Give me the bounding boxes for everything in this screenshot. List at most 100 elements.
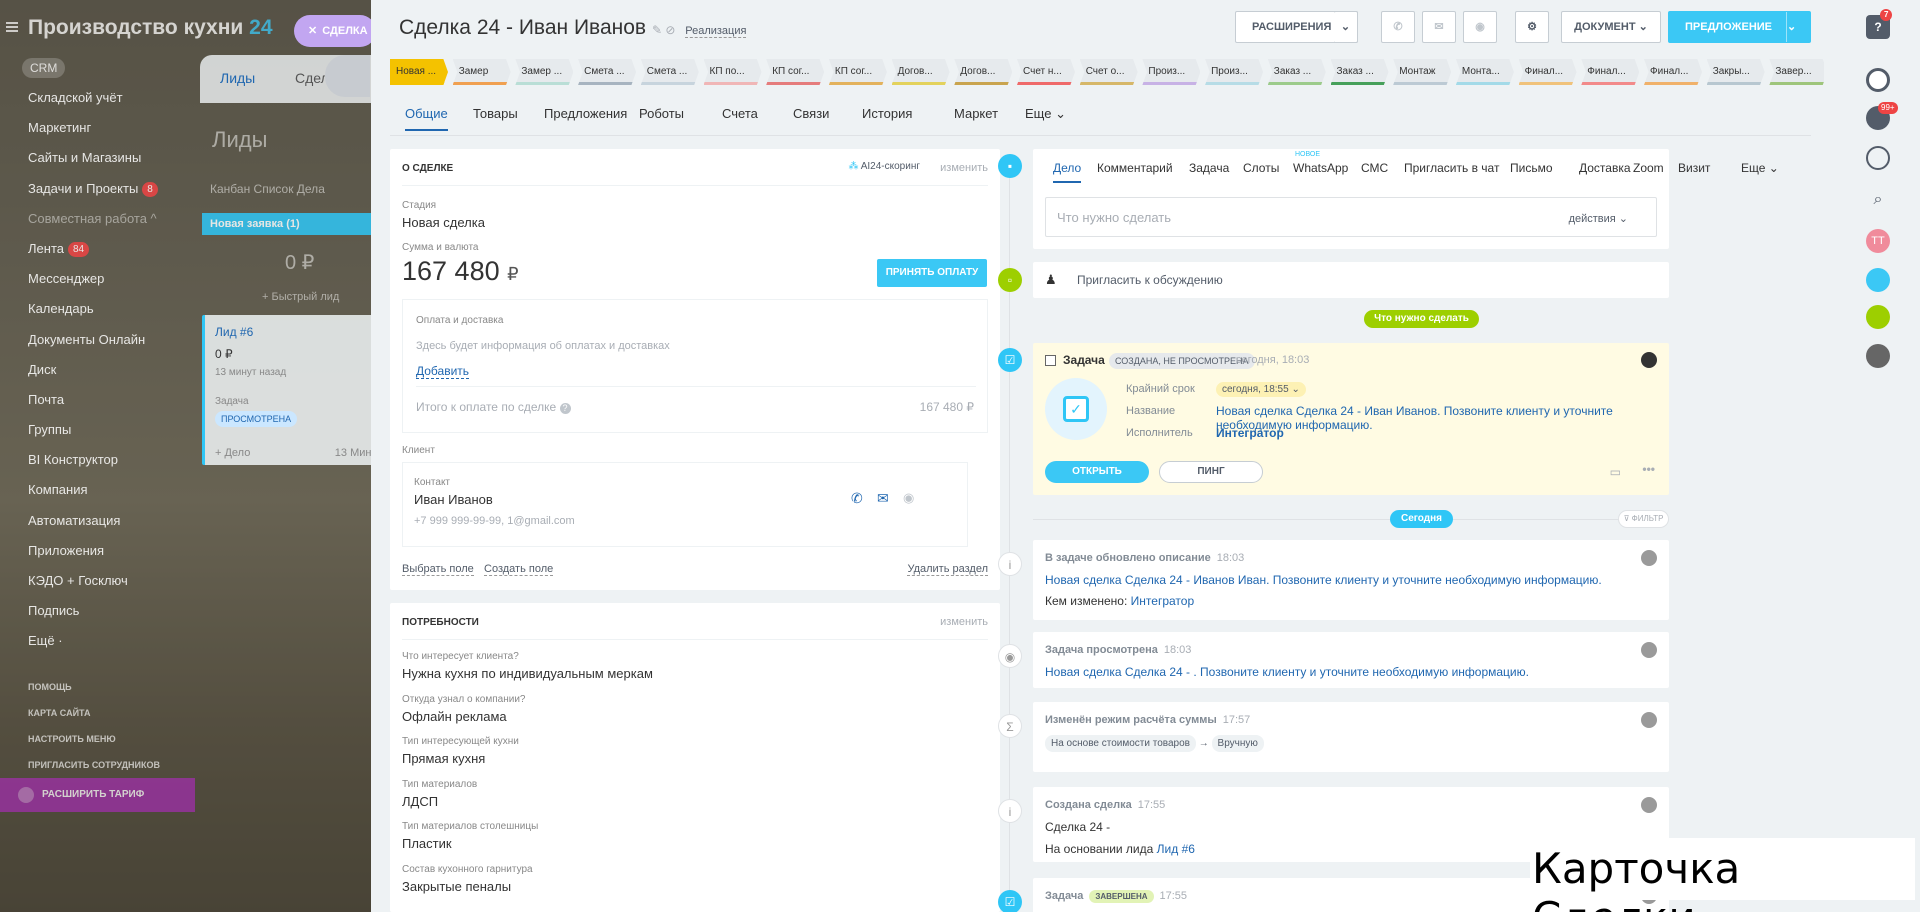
tab-2[interactable]: Предложения bbox=[544, 106, 627, 121]
create-field-link[interactable]: Создать поле bbox=[484, 563, 554, 576]
sidebar-footer-link[interactable]: ПОМОЩЬ bbox=[28, 682, 160, 708]
chevron-down-icon[interactable]: ⌄ bbox=[1334, 11, 1358, 43]
sidebar-footer-link[interactable]: КАРТА САЙТА bbox=[28, 708, 160, 734]
phone-icon[interactable]: ✆ bbox=[1381, 11, 1415, 43]
messenger-icon[interactable]: ◉ bbox=[903, 490, 914, 506]
contact-name[interactable]: Иван Иванов bbox=[414, 492, 493, 507]
document-button[interactable]: ДОКУМЕНТ ⌄ bbox=[1561, 11, 1661, 43]
stage-item[interactable]: КП по... bbox=[703, 59, 762, 85]
tab-5[interactable]: Связи bbox=[793, 106, 829, 121]
accept-payment-button[interactable]: ПРИНЯТЬ ОПЛАТУ bbox=[877, 259, 987, 287]
tab-leads[interactable]: Лиды bbox=[220, 70, 255, 86]
event-text[interactable]: Новая сделка Сделка 24 - . Позвоните кли… bbox=[1045, 665, 1529, 679]
sidebar-item[interactable]: Складской учёт bbox=[28, 88, 158, 118]
phone-icon[interactable]: ✆ bbox=[851, 490, 863, 507]
composer-tab[interactable]: Письмо bbox=[1510, 161, 1553, 175]
open-task-button[interactable]: ОТКРЫТЬ bbox=[1045, 461, 1149, 483]
lead-card[interactable]: Лид #6 0 ₽ 13 минут назад Задача ПРОСМОТ… bbox=[202, 315, 390, 465]
kanban-column-header[interactable]: Новая заявка (1) bbox=[202, 213, 390, 235]
avatar[interactable] bbox=[1641, 797, 1657, 813]
composer-tab[interactable]: Zoom bbox=[1633, 161, 1664, 175]
composer-tab[interactable]: Еще ⌄ bbox=[1741, 161, 1779, 175]
stage-item[interactable]: Догов... bbox=[891, 59, 950, 85]
chat-icon[interactable] bbox=[1866, 146, 1890, 170]
add-activity-link[interactable]: + Дело bbox=[215, 447, 250, 459]
help-icon[interactable]: ? 7 bbox=[1866, 9, 1893, 39]
sidebar-footer-link[interactable]: НАСТРОИТЬ МЕНЮ bbox=[28, 734, 160, 760]
edit-section-link[interactable]: изменить bbox=[940, 162, 988, 174]
stage-item[interactable]: Финал... bbox=[1581, 59, 1640, 85]
stage-item[interactable]: КП сог... bbox=[828, 59, 887, 85]
mail-icon[interactable]: ✉ bbox=[1422, 11, 1456, 43]
stage-item[interactable]: Счет о... bbox=[1079, 59, 1138, 85]
stage-item[interactable]: Финал... bbox=[1644, 59, 1702, 85]
stage-item[interactable]: КП сог... bbox=[766, 59, 825, 85]
stage-item[interactable]: Заказ ... bbox=[1267, 59, 1326, 85]
event-text[interactable]: Новая сделка Сделка 24 - Иванов Иван. По… bbox=[1045, 573, 1602, 587]
search-icon[interactable]: ⌕ bbox=[1866, 189, 1890, 213]
avatar[interactable]: ТТ bbox=[1866, 229, 1890, 253]
portal-logo[interactable]: Производство кухни 24 bbox=[28, 16, 273, 40]
messenger-icon[interactable]: ◉ bbox=[1463, 11, 1497, 43]
composer-tab[interactable]: WhatsApp bbox=[1293, 161, 1348, 175]
sidebar-item-crm[interactable]: CRM bbox=[22, 58, 66, 78]
quick-lead-button[interactable]: + Быстрый лид bbox=[262, 291, 339, 303]
sidebar-item[interactable]: Ещё · bbox=[28, 631, 158, 661]
sidebar-item[interactable]: Мессенджер bbox=[28, 269, 158, 299]
add-payment-link[interactable]: Добавить bbox=[416, 364, 470, 379]
pipeline-selector[interactable]: Реализация bbox=[685, 25, 747, 38]
lead-name[interactable]: Лид #6 bbox=[215, 325, 380, 339]
event-link[interactable]: Интегратор bbox=[1131, 594, 1194, 608]
stage-item[interactable]: Монта... bbox=[1455, 59, 1514, 85]
sidebar-item[interactable]: Документы Онлайн bbox=[28, 330, 158, 360]
sidebar-item[interactable]: Маркетинг bbox=[28, 118, 158, 148]
event-link[interactable]: Лид #6 bbox=[1157, 842, 1195, 856]
sidebar-item[interactable]: Почта bbox=[28, 390, 158, 420]
notifications-icon[interactable]: 99+ bbox=[1866, 102, 1898, 130]
stage-item[interactable]: Произ... bbox=[1205, 59, 1264, 85]
composer-tab[interactable]: Дело bbox=[1053, 161, 1082, 183]
slider-minimize-button[interactable] bbox=[325, 55, 370, 97]
deal-slider-tab[interactable]: ✕ СДЕЛКА bbox=[294, 15, 376, 47]
view-switcher[interactable]: Канбан Список Дела bbox=[210, 182, 325, 196]
user-avatar[interactable] bbox=[1866, 344, 1890, 368]
stage-item[interactable]: Смета ... bbox=[578, 59, 637, 85]
sidebar-item[interactable]: BI Конструктор bbox=[28, 450, 158, 480]
sidebar-item[interactable]: Приложения bbox=[28, 541, 158, 571]
notes-icon[interactable] bbox=[1866, 305, 1890, 329]
composer-tab[interactable]: Визит bbox=[1678, 161, 1710, 175]
tab-3[interactable]: Роботы bbox=[639, 106, 684, 121]
avatar[interactable] bbox=[1641, 352, 1657, 368]
upgrade-tariff-button[interactable]: РАСШИРИТЬ ТАРИФ bbox=[0, 778, 195, 812]
ai-scoring-link[interactable]: ⁂ AI24-скоринг bbox=[848, 161, 920, 172]
more-icon[interactable]: ••• bbox=[1642, 462, 1655, 476]
sidebar-item[interactable]: Диск bbox=[28, 360, 158, 390]
mail-icon[interactable]: ✉ bbox=[877, 490, 889, 507]
sidebar-item[interactable]: Лента 84 bbox=[28, 239, 158, 269]
ping-button[interactable]: ПИНГ bbox=[1159, 461, 1263, 483]
avatar[interactable] bbox=[1641, 642, 1657, 658]
filter-button[interactable]: ⊽ ФИЛЬТР bbox=[1618, 510, 1669, 528]
choose-field-link[interactable]: Выбрать поле bbox=[402, 563, 474, 576]
todo-input[interactable]: Что нужно сделать bbox=[1057, 210, 1171, 225]
stage-item[interactable]: Новая ... bbox=[390, 59, 448, 85]
edit-title-icon[interactable]: ✎ ⊘ bbox=[652, 23, 675, 37]
menu-icon[interactable] bbox=[6, 22, 18, 32]
task-name-link[interactable]: Новая сделка Сделка 24 - Иван Иванов. По… bbox=[1216, 404, 1669, 432]
avatar[interactable] bbox=[1641, 550, 1657, 566]
stage-item[interactable]: Замер bbox=[452, 59, 511, 85]
tab-4[interactable]: Счета bbox=[722, 106, 758, 121]
stage-item[interactable]: Закры... bbox=[1706, 59, 1765, 85]
stage-item[interactable]: Счет н... bbox=[1017, 59, 1075, 85]
note-icon[interactable]: ▭ bbox=[1610, 465, 1621, 479]
stage-item[interactable]: Финал... bbox=[1518, 59, 1577, 85]
offer-button[interactable]: ПРЕДЛОЖЕНИЕ ⌄ bbox=[1668, 11, 1811, 43]
avatar[interactable] bbox=[1641, 712, 1657, 728]
composer-tab[interactable]: Доставка bbox=[1579, 161, 1631, 175]
task-complete-checkbox[interactable] bbox=[1045, 355, 1056, 366]
tab-1[interactable]: Товары bbox=[473, 106, 518, 121]
composer-tab[interactable]: Комментарий bbox=[1097, 161, 1173, 175]
sites-icon[interactable] bbox=[1866, 68, 1890, 92]
messenger-icon[interactable] bbox=[1866, 268, 1890, 292]
delete-section-link[interactable]: Удалить раздел bbox=[907, 563, 988, 576]
